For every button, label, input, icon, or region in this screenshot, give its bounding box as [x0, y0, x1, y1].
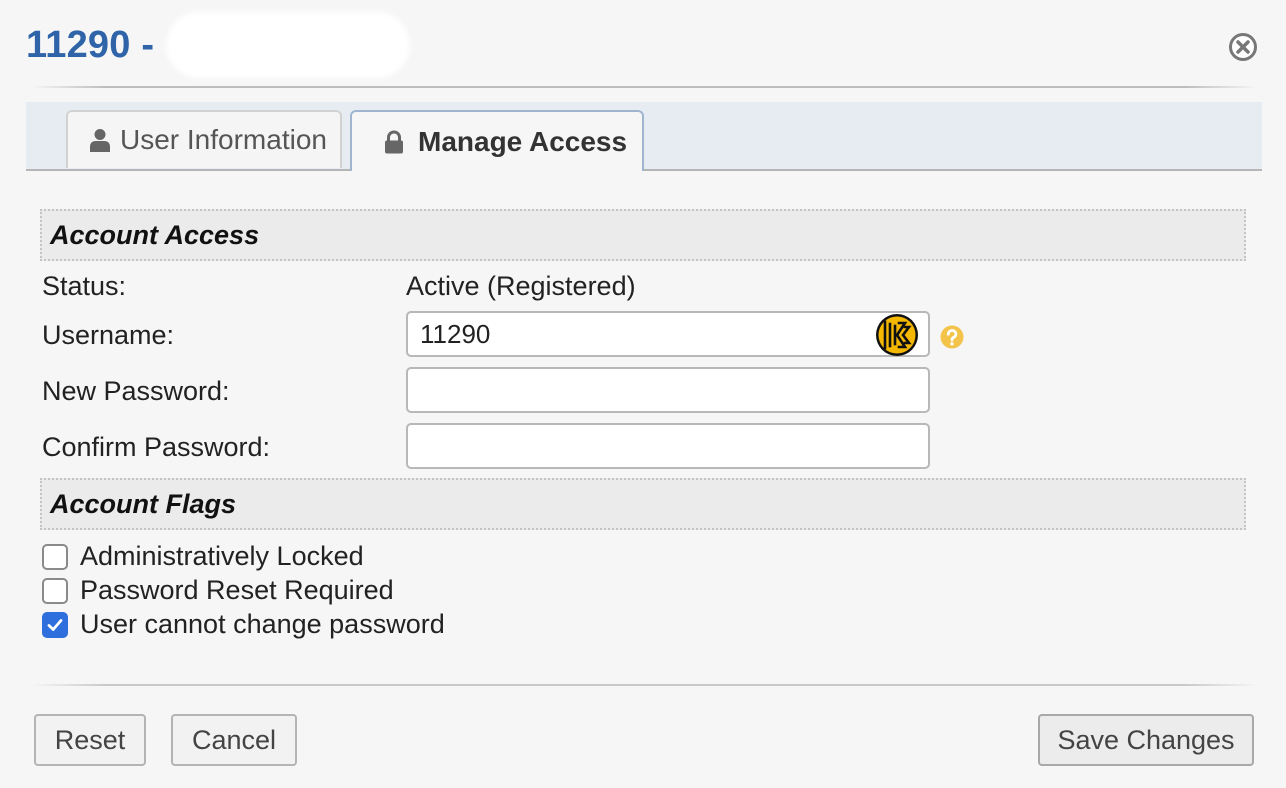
redacted-name — [172, 18, 404, 72]
header-divider — [32, 86, 1258, 88]
confirm-password-input[interactable] — [406, 423, 930, 469]
tab-user-information-label: User Information — [120, 124, 327, 155]
confirm-password-label: Confirm Password: — [42, 432, 271, 462]
flag-label: User cannot change password — [80, 609, 445, 639]
reset-button[interactable]: Reset — [34, 714, 146, 766]
flag-label: Administratively Locked — [80, 541, 364, 571]
flag-label: Password Reset Required — [80, 575, 394, 605]
status-value: Active (Registered) — [406, 271, 636, 301]
tab-user-information[interactable]: User Information — [66, 110, 342, 168]
save-changes-button[interactable]: Save Changes — [1038, 714, 1254, 766]
help-icon[interactable] — [940, 325, 964, 349]
checkbox[interactable] — [42, 543, 68, 570]
dialog-title: 11290 - — [26, 24, 155, 66]
checkbox-checked[interactable] — [42, 611, 68, 638]
user-icon — [90, 128, 110, 152]
flag-password-reset-required[interactable]: Password Reset Required — [42, 575, 394, 606]
username-label: Username: — [42, 320, 175, 350]
account-flags-heading: Account Flags — [40, 478, 1246, 530]
status-label: Status: — [42, 271, 127, 301]
cancel-button[interactable]: Cancel — [171, 714, 297, 766]
checkmark-icon — [47, 618, 63, 631]
footer-divider — [32, 684, 1258, 686]
username-input[interactable]: 11290 — [406, 311, 930, 357]
new-password-label: New Password: — [42, 376, 230, 406]
account-access-heading: Account Access — [40, 209, 1246, 261]
keeper-icon[interactable] — [875, 313, 919, 357]
checkbox[interactable] — [42, 577, 68, 604]
lock-icon — [384, 130, 404, 154]
flag-administratively-locked[interactable]: Administratively Locked — [42, 541, 364, 572]
tab-bar: User Information Manage Access — [26, 102, 1262, 171]
close-icon[interactable] — [1228, 32, 1258, 62]
tab-manage-access[interactable]: Manage Access — [350, 110, 644, 171]
new-password-input[interactable] — [406, 367, 930, 413]
flag-user-cannot-change-password[interactable]: User cannot change password — [42, 609, 445, 640]
tab-manage-access-label: Manage Access — [418, 125, 628, 157]
